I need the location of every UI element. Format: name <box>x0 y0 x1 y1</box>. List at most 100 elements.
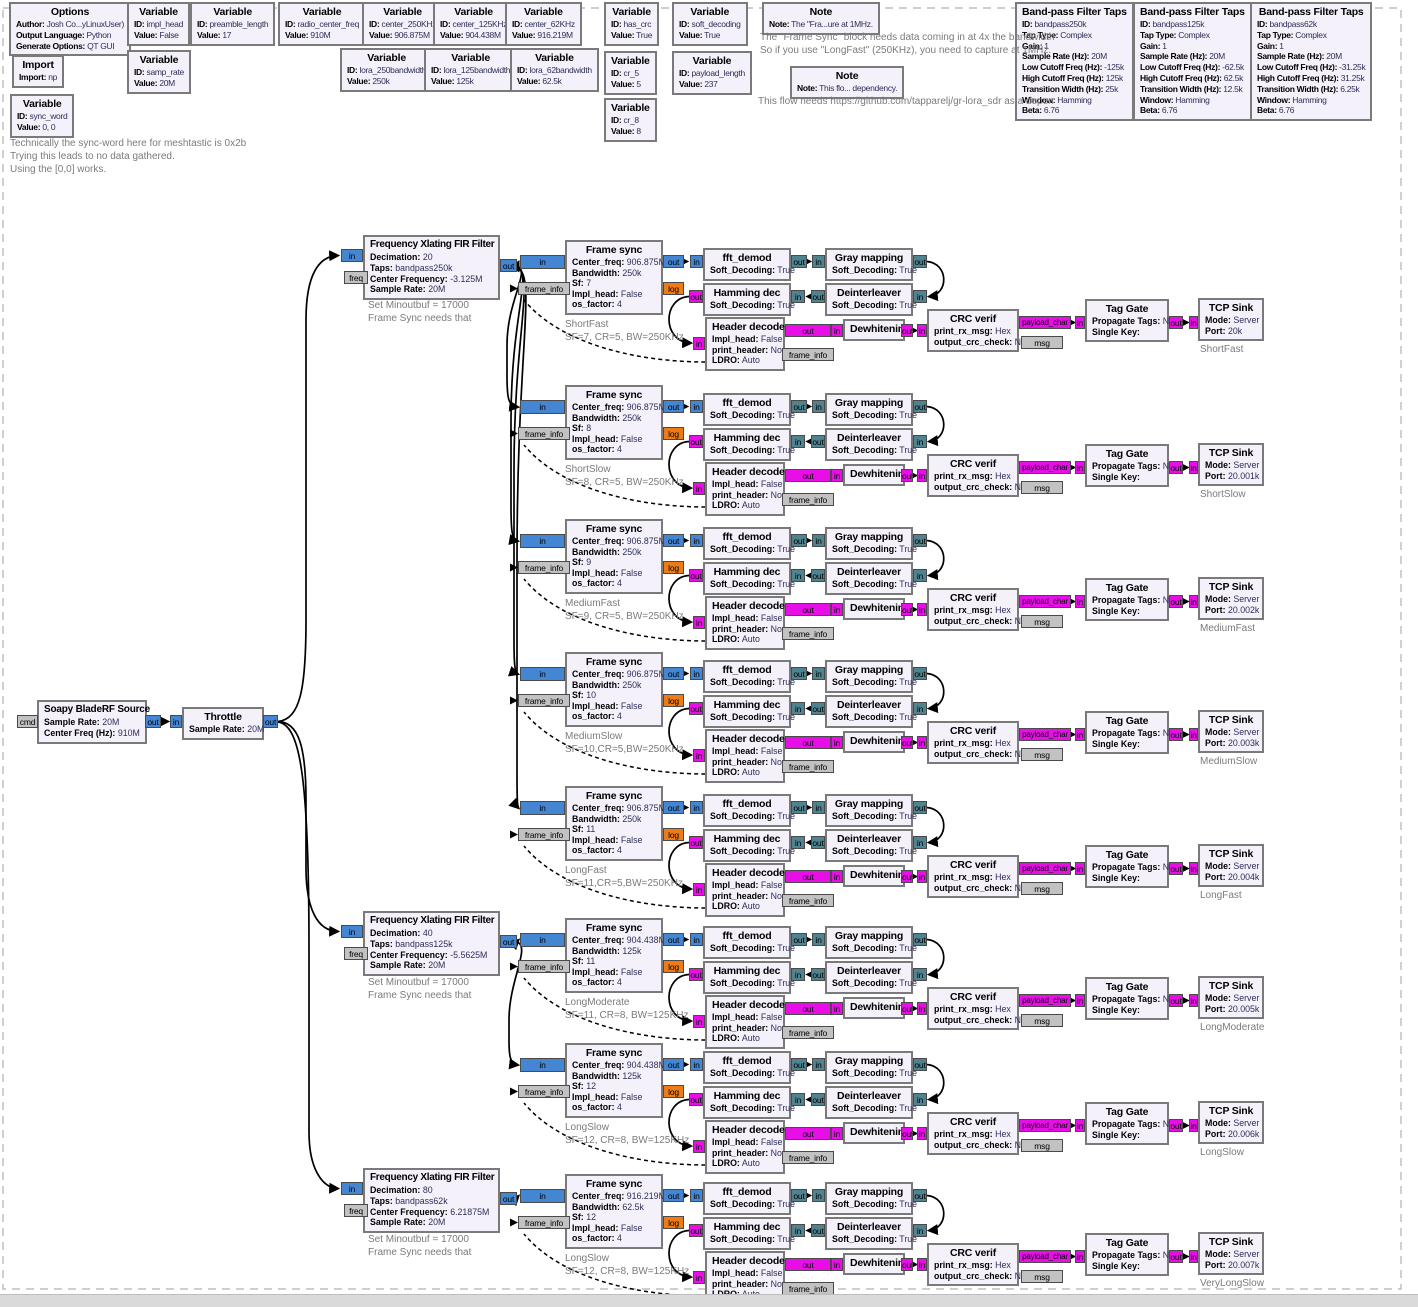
fft-demod-out-port[interactable]: out <box>791 1189 807 1202</box>
frame-sync-out-port[interactable]: out <box>663 667 684 680</box>
fft-demod-in-port[interactable]: in <box>690 255 703 268</box>
dewhitening-out-port[interactable]: out <box>901 870 913 883</box>
deinterleaver-in-port[interactable]: in <box>913 702 927 715</box>
frame-sync-in-port[interactable]: in <box>520 534 565 548</box>
hamming-dec-block[interactable]: Hamming dec Soft_Decoding: True <box>703 428 791 461</box>
fir-in-port[interactable]: in <box>341 1182 363 1195</box>
tcp-sink-block[interactable]: TCP Sink Mode: Server Port: 20.003k <box>1198 710 1264 753</box>
fft-demod-in-port[interactable]: in <box>690 667 703 680</box>
frame-sync-block[interactable]: Frame sync Center_freq: 906.875M Bandwid… <box>565 786 663 861</box>
frame-sync-out-port[interactable]: out <box>663 801 684 814</box>
tcp-sink-block[interactable]: TCP Sink Mode: Server Port: 20.006k <box>1198 1101 1264 1144</box>
fft-demod-block[interactable]: fft_demod Soft_Decoding: True <box>703 527 791 560</box>
header-decoder-block[interactable]: Header decoder Impl_head: False print_he… <box>705 1120 785 1174</box>
frame-sync-in-port[interactable]: in <box>520 1189 565 1203</box>
crc-msg-port[interactable]: msg <box>1021 615 1063 628</box>
frame-sync-out-port[interactable]: out <box>663 255 684 268</box>
header-decoder-in-port[interactable]: in <box>693 883 705 896</box>
deinterleaver-block[interactable]: Deinterleaver Soft_Decoding: True <box>825 829 913 862</box>
crc-verif-block[interactable]: CRC verif print_rx_msg: Hex output_crc_c… <box>927 309 1019 352</box>
tag-gate-block[interactable]: Tag Gate Propagate Tags: No Single Key: <box>1085 845 1169 888</box>
header-decoder-block[interactable]: Header decoder Impl_head: False print_he… <box>705 729 785 783</box>
crc-verif-in-port[interactable]: in <box>917 324 927 337</box>
gray-mapping-in-port[interactable]: in <box>812 933 825 946</box>
hamming-dec-out-port[interactable]: out <box>689 290 703 303</box>
variable-cr-5[interactable]: VariableID: cr_5Value: 5 <box>604 51 657 95</box>
frame-sync-in-port[interactable]: in <box>520 933 565 947</box>
deinterleaver-out-port[interactable]: out <box>811 702 825 715</box>
fir-freq-port[interactable]: freq <box>344 1204 368 1217</box>
tag-gate-out-port[interactable]: out <box>1169 595 1183 608</box>
dewhitening-in-port[interactable]: in <box>831 603 843 616</box>
frame-sync-block[interactable]: Frame sync Center_freq: 906.875M Bandwid… <box>565 240 663 315</box>
dewhitening-out-port[interactable]: out <box>901 324 913 337</box>
hamming-dec-block[interactable]: Hamming dec Soft_Decoding: True <box>703 1217 791 1250</box>
tag-gate-out-port[interactable]: out <box>1169 1250 1183 1263</box>
crc-verif-block[interactable]: CRC verif print_rx_msg: Hex output_crc_c… <box>927 1243 1019 1286</box>
tag-gate-out-port[interactable]: out <box>1169 862 1183 875</box>
deinterleaver-out-port[interactable]: out <box>811 290 825 303</box>
hamming-dec-block[interactable]: Hamming dec Soft_Decoding: True <box>703 1086 791 1119</box>
fft-demod-out-port[interactable]: out <box>791 534 807 547</box>
frame-sync-out-port[interactable]: out <box>663 534 684 547</box>
crc-payload-char-port[interactable]: payload_char <box>1019 316 1071 329</box>
header-decoder-frame-info-port[interactable]: frame_info <box>782 1151 834 1164</box>
gray-mapping-out-port[interactable]: out <box>913 1189 927 1202</box>
dewhitening-out-port[interactable]: out <box>901 1002 913 1015</box>
frame-sync-out-port[interactable]: out <box>663 933 684 946</box>
crc-verif-in-port[interactable]: in <box>917 1127 927 1140</box>
tcp-sink-in-port[interactable]: in <box>1189 1119 1198 1132</box>
gray-mapping-out-port[interactable]: out <box>913 534 927 547</box>
deinterleaver-block[interactable]: Deinterleaver Soft_Decoding: True <box>825 695 913 728</box>
gray-mapping-out-port[interactable]: out <box>913 801 927 814</box>
tag-gate-out-port[interactable]: out <box>1169 461 1183 474</box>
bandpass-62k-taps[interactable]: Band-pass Filter TapsID: bandpass62kTap … <box>1250 2 1372 121</box>
crc-payload-char-port[interactable]: payload_char <box>1019 728 1071 741</box>
hamming-dec-in-port[interactable]: in <box>791 290 805 303</box>
throttle-in-port[interactable]: in <box>170 715 182 728</box>
tag-gate-block[interactable]: Tag Gate Propagate Tags: No Single Key: <box>1085 1233 1169 1276</box>
fft-demod-out-port[interactable]: out <box>791 933 807 946</box>
fft-demod-out-port[interactable]: out <box>791 801 807 814</box>
dewhitening-block[interactable]: Dewhitening <box>843 319 905 341</box>
frame-sync-block[interactable]: Frame sync Center_freq: 904.438M Bandwid… <box>565 1043 663 1118</box>
dewhitening-block[interactable]: Dewhitening <box>843 997 905 1019</box>
crc-verif-in-port[interactable]: in <box>917 603 927 616</box>
hamming-dec-out-port[interactable]: out <box>689 1093 703 1106</box>
header-decoder-in-port[interactable]: in <box>693 482 705 495</box>
dewhitening-in-port[interactable]: in <box>831 1002 843 1015</box>
header-decoder-block[interactable]: Header decoder Impl_head: False print_he… <box>705 596 785 650</box>
fir-filter-block[interactable]: Frequency Xlating FIR Filter Decimation:… <box>363 235 500 300</box>
gray-mapping-out-port[interactable]: out <box>913 1058 927 1071</box>
tag-gate-in-port[interactable]: in <box>1075 994 1085 1007</box>
tag-gate-out-port[interactable]: out <box>1169 1119 1183 1132</box>
deinterleaver-in-port[interactable]: in <box>913 836 927 849</box>
hamming-dec-block[interactable]: Hamming dec Soft_Decoding: True <box>703 695 791 728</box>
dewhitening-out-port[interactable]: out <box>901 469 913 482</box>
header-decoder-block[interactable]: Header decoder Impl_head: False print_he… <box>705 863 785 917</box>
deinterleaver-block[interactable]: Deinterleaver Soft_Decoding: True <box>825 428 913 461</box>
frame-sync-out-port[interactable]: out <box>663 1058 684 1071</box>
header-decoder-frame-info-port[interactable]: frame_info <box>782 760 834 773</box>
header-decoder-in-port[interactable]: in <box>693 616 705 629</box>
gray-mapping-block[interactable]: Gray mapping Soft_Decoding: True <box>825 660 913 693</box>
hamming-dec-out-port[interactable]: out <box>689 569 703 582</box>
tag-gate-block[interactable]: Tag Gate Propagate Tags: No Single Key: <box>1085 444 1169 487</box>
note-frame-sync[interactable]: NoteNote: The "Fra...ure at 1MHz. <box>762 2 880 35</box>
deinterleaver-out-port[interactable]: out <box>811 435 825 448</box>
header-decoder-frame-info-port[interactable]: frame_info <box>782 1026 834 1039</box>
tcp-sink-in-port[interactable]: in <box>1189 862 1198 875</box>
soapy-out-port[interactable]: out <box>145 715 161 728</box>
tag-gate-in-port[interactable]: in <box>1075 1119 1085 1132</box>
frame-sync-frame-info-port[interactable]: frame_info <box>518 427 570 440</box>
tag-gate-out-port[interactable]: out <box>1169 316 1183 329</box>
frame-sync-in-port[interactable]: in <box>520 255 565 269</box>
crc-msg-port[interactable]: msg <box>1021 336 1063 349</box>
deinterleaver-in-port[interactable]: in <box>913 290 927 303</box>
variable-radio-center-freq[interactable]: VariableID: radio_center_freqValue: 910M <box>278 2 366 46</box>
hamming-dec-out-port[interactable]: out <box>689 836 703 849</box>
fft-demod-block[interactable]: fft_demod Soft_Decoding: True <box>703 1051 791 1084</box>
tag-gate-in-port[interactable]: in <box>1075 1250 1085 1263</box>
fir-freq-port[interactable]: freq <box>344 947 368 960</box>
variable-lora-250bandwidth[interactable]: VariableID: lora_250bandwidthValue: 250k <box>340 48 433 92</box>
